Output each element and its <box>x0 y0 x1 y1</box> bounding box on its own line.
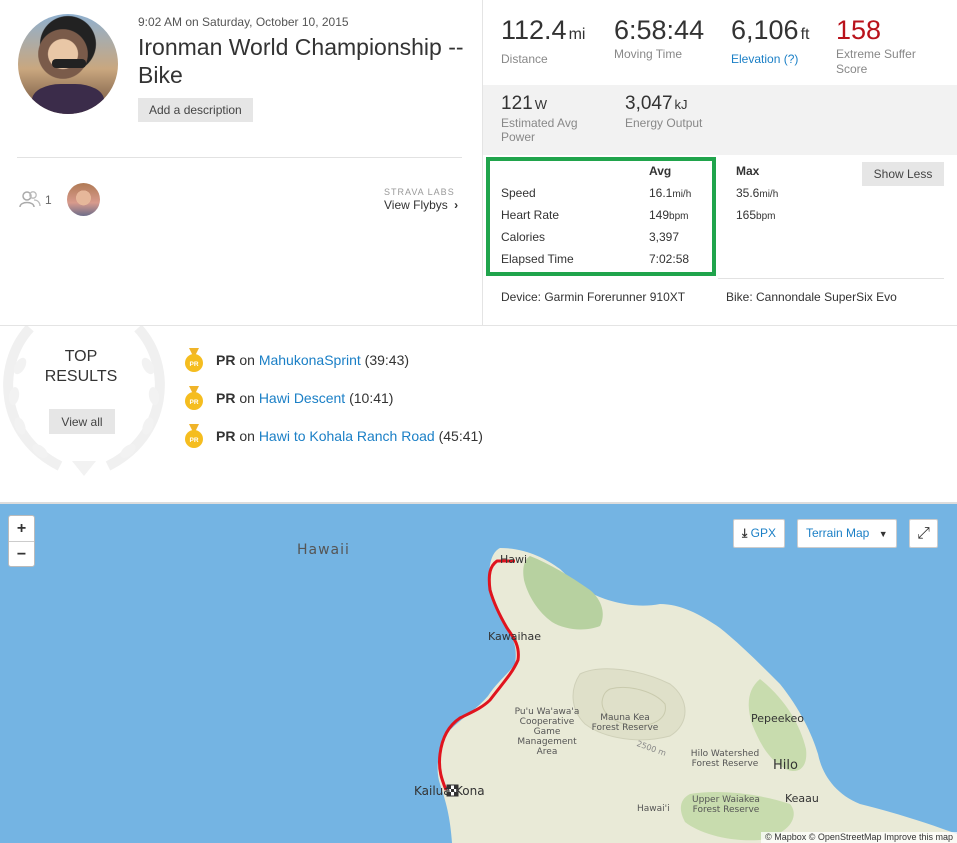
map-label: Hawai'i <box>637 804 670 814</box>
segment-link[interactable]: MahukonaSprint <box>259 352 361 368</box>
device-info: Device: Garmin Forerunner 910XT <box>501 290 686 304</box>
kudos-icon[interactable] <box>19 191 41 208</box>
pr-medal-icon: PR <box>185 424 203 448</box>
view-flybys-label: View Flybys <box>384 198 448 212</box>
add-description-button[interactable]: Add a description <box>138 98 253 122</box>
calories-label: Calories <box>501 230 546 244</box>
view-flybys-link[interactable]: View Flybys › <box>384 198 458 212</box>
avg-header: Avg <box>649 164 672 178</box>
show-less-button[interactable]: Show Less <box>862 162 944 186</box>
segment-link[interactable]: Hawi Descent <box>259 390 345 406</box>
stat-moving-time: 6:58:44 Moving Time <box>614 14 704 61</box>
map-label: Kawaihae <box>488 630 542 643</box>
heart-rate-avg: 149bpm <box>649 208 689 222</box>
elevation-label-link[interactable]: Elevation (?) <box>731 52 809 66</box>
download-icon: ⤓ <box>742 526 748 540</box>
kudos-count: 1 <box>45 193 52 207</box>
zoom-out-button[interactable]: − <box>9 541 34 566</box>
moving-time-label: Moving Time <box>614 47 683 61</box>
gpx-button[interactable]: ⤓ GPX <box>733 519 785 548</box>
power-value: 121 <box>501 93 533 114</box>
power-label-2: Power <box>501 130 536 144</box>
top-results-title: TOP RESULTS <box>44 348 118 385</box>
stat-energy: 3,047 kJ Energy Output <box>625 93 702 130</box>
energy-value: 3,047 <box>625 93 673 114</box>
elevation-value: 6,106 <box>731 15 799 45</box>
divider <box>17 157 462 158</box>
elevation-unit: ft <box>800 26 810 43</box>
speed-label: Speed <box>501 186 536 200</box>
zoom-control: + − <box>8 515 35 567</box>
divider <box>718 278 944 279</box>
map-label: Keaau <box>785 792 819 805</box>
elapsed-time-label: Elapsed Time <box>501 252 574 266</box>
stat-elevation: 6,106 ft Elevation (?) <box>731 14 809 66</box>
fullscreen-icon[interactable]: ⤢ <box>909 519 938 548</box>
power-label-1: Estimated Avg <box>501 116 578 130</box>
stat-power: 121 W Estimated Avg Power <box>501 93 578 144</box>
map-label: Pu'u Wa'awa'a Cooperative Game Management Ar… <box>514 707 580 757</box>
max-header: Max <box>736 164 760 178</box>
activity-title: Ironman World Championship -- Bike <box>138 34 464 88</box>
svg-text:PR: PR <box>189 437 198 444</box>
speed-max: 35.6mi/h <box>736 186 779 200</box>
activity-header: 9:02 AM on Saturday, October 10, 2015 Ir… <box>0 0 483 325</box>
svg-text:PR: PR <box>189 361 198 368</box>
map-attribution[interactable]: © Mapbox © OpenStreetMap Improve this ma… <box>761 832 957 843</box>
speed-avg: 16.1mi/h <box>649 186 692 200</box>
suffer-score-value: 158 <box>836 15 882 45</box>
map-label: Hilo Watershed Forest Reserve <box>690 749 760 769</box>
map-label: Hilo <box>773 758 798 773</box>
energy-unit: kJ <box>674 97 688 112</box>
distance-label: Distance <box>501 52 548 66</box>
distance-unit: mi <box>568 26 586 43</box>
header-divider <box>482 0 483 325</box>
chevron-right-icon: › <box>454 198 459 212</box>
svg-text:PR: PR <box>189 399 198 406</box>
suffer-score-label-1: Extreme Suffer <box>836 47 916 61</box>
map-label: Upper Waiakea Forest Reserve <box>692 795 760 815</box>
caret-down-icon: ▼ <box>878 529 888 539</box>
map-label: Mauna Kea Forest Reserve <box>591 713 659 733</box>
route-map[interactable]: + − ⤓ GPX Terrain Map ▼ ⤢ Hawaii Hawi Ka… <box>0 504 957 843</box>
pr-medal-icon: PR <box>185 386 203 410</box>
calories-avg: 3,397 <box>649 230 680 244</box>
map-label: Hawi <box>500 553 528 566</box>
strava-labs-label: STRAVA LABS <box>384 187 455 197</box>
power-unit: W <box>534 97 547 112</box>
suffer-score-label-2: Score <box>836 62 868 76</box>
moving-time-value: 6:58:44 <box>614 15 705 45</box>
segment-link[interactable]: Hawi to Kohala Ranch Road <box>259 428 435 444</box>
pr-medal-icon: PR <box>185 348 203 372</box>
map-label: Hawaii <box>297 542 350 558</box>
kudos-athlete-avatar[interactable] <box>67 183 100 216</box>
energy-label: Energy Output <box>625 116 703 130</box>
bike-info: Bike: Cannondale SuperSix Evo <box>726 290 897 304</box>
view-all-button[interactable]: View all <box>49 409 115 434</box>
athlete-avatar[interactable] <box>18 14 118 114</box>
map-type-dropdown[interactable]: Terrain Map ▼ <box>797 519 897 548</box>
stat-distance: 112.4 mi Distance <box>501 14 585 66</box>
map-label: Kailua-Kona <box>414 784 485 798</box>
heart-rate-max: 165bpm <box>736 208 776 222</box>
distance-value: 112.4 <box>501 15 567 45</box>
zoom-in-button[interactable]: + <box>9 516 34 541</box>
map-label: Pepeekeo <box>751 712 805 725</box>
activity-date: 9:02 AM on Saturday, October 10, 2015 <box>138 15 349 29</box>
stat-suffer-score: 158 Extreme Suffer Score <box>836 14 916 76</box>
elapsed-time-avg: 7:02:58 <box>649 252 690 266</box>
heart-rate-label: Heart Rate <box>501 208 560 222</box>
